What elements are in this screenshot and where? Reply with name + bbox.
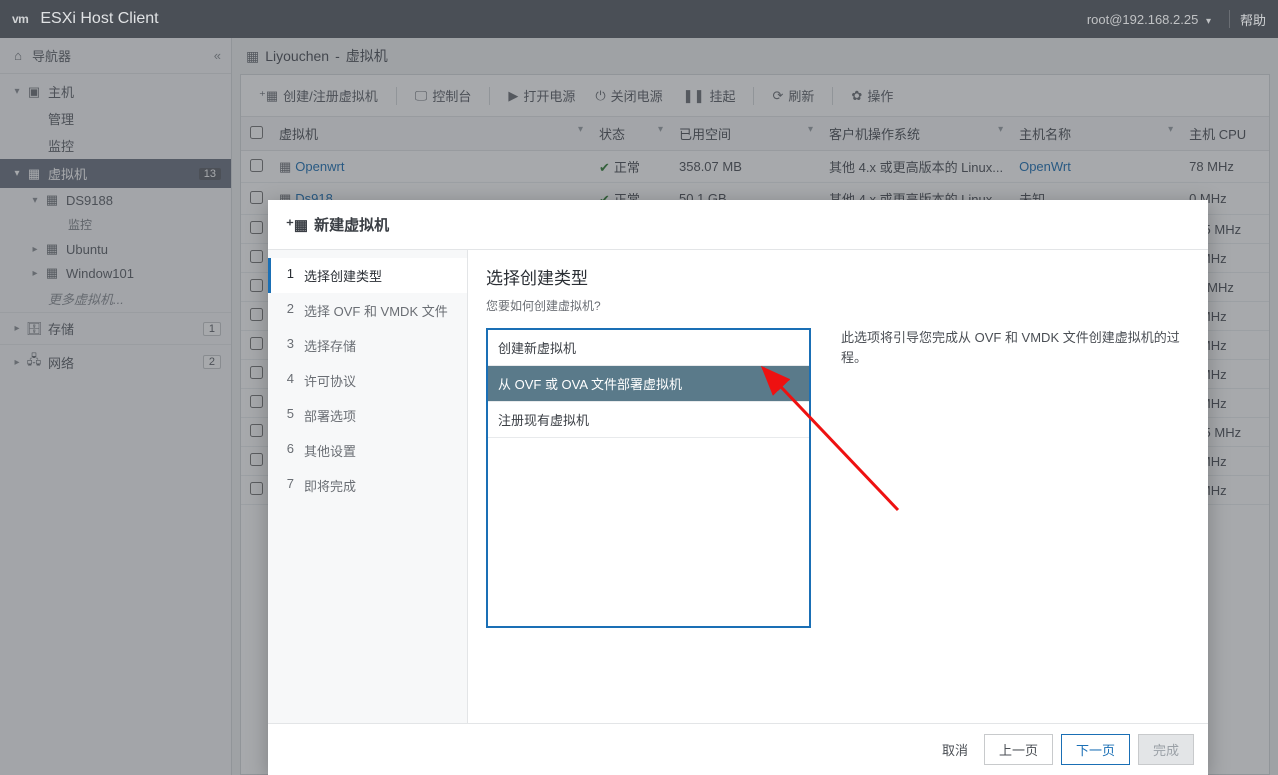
plus-vm-icon: ⁺▦ <box>286 216 308 234</box>
step-number: 2 <box>282 301 294 320</box>
step-number: 3 <box>282 336 294 355</box>
wizard-steps: 1 选择创建类型 2 选择 OVF 和 VMDK 文件 3 选择存储 4 许可协议 5 部署选项 6… <box>268 250 468 723</box>
step-number: 6 <box>282 441 294 460</box>
step-label: 许可协议 <box>304 371 356 390</box>
wizard-step-2[interactable]: 2 选择 OVF 和 VMDK 文件 <box>268 293 467 328</box>
step-label: 选择创建类型 <box>304 266 382 285</box>
modal-footer: 取消 上一页 下一页 完成 <box>268 723 1208 775</box>
step-number: 7 <box>282 476 294 495</box>
back-button[interactable]: 上一页 <box>984 734 1053 765</box>
wizard-step-3[interactable]: 3 选择存储 <box>268 328 467 363</box>
wizard-heading: 选择创建类型 <box>486 264 1190 289</box>
wizard-step-5[interactable]: 5 部署选项 <box>268 398 467 433</box>
creation-type-description: 此选项将引导您完成从 OVF 和 VMDK 文件创建虚拟机的过程。 <box>841 328 1190 709</box>
separator <box>1229 10 1230 28</box>
step-label: 选择 OVF 和 VMDK 文件 <box>304 301 448 320</box>
step-label: 其他设置 <box>304 441 356 460</box>
step-number: 1 <box>282 266 294 285</box>
product-name: ESXi Host Client <box>40 10 1086 28</box>
creation-option[interactable]: 注册现有虚拟机 <box>488 402 809 438</box>
user-label: root@192.168.2.25 <box>1087 12 1199 27</box>
chevron-down-icon: ▾ <box>1206 16 1211 27</box>
step-label: 部署选项 <box>304 406 356 425</box>
wizard-question: 您要如何创建虚拟机? <box>486 297 1190 314</box>
step-number: 4 <box>282 371 294 390</box>
next-button[interactable]: 下一页 <box>1061 734 1130 765</box>
wizard-content: 选择创建类型 您要如何创建虚拟机? 创建新虚拟机从 OVF 或 OVA 文件部署… <box>468 250 1208 723</box>
creation-option[interactable]: 创建新虚拟机 <box>488 330 809 366</box>
vmware-logo: vm <box>12 12 28 26</box>
step-label: 选择存储 <box>304 336 356 355</box>
finish-button[interactable]: 完成 <box>1138 734 1194 765</box>
cancel-button[interactable]: 取消 <box>942 740 968 759</box>
wizard-step-4[interactable]: 4 许可协议 <box>268 363 467 398</box>
creation-type-list: 创建新虚拟机从 OVF 或 OVA 文件部署虚拟机注册现有虚拟机 <box>486 328 811 628</box>
step-label: 即将完成 <box>304 476 356 495</box>
wizard-step-1[interactable]: 1 选择创建类型 <box>268 258 467 293</box>
help-link[interactable]: 帮助 <box>1240 10 1266 29</box>
topbar: vm ESXi Host Client root@192.168.2.25 ▾ … <box>0 0 1278 38</box>
modal-header: ⁺▦ 新建虚拟机 <box>268 200 1208 250</box>
creation-option[interactable]: 从 OVF 或 OVA 文件部署虚拟机 <box>488 366 809 402</box>
new-vm-wizard-modal: ⁺▦ 新建虚拟机 1 选择创建类型 2 选择 OVF 和 VMDK 文件 3 选择存储 4许… <box>268 200 1208 775</box>
wizard-step-7[interactable]: 7 即将完成 <box>268 468 467 503</box>
step-number: 5 <box>282 406 294 425</box>
wizard-step-6[interactable]: 6 其他设置 <box>268 433 467 468</box>
modal-title: 新建虚拟机 <box>314 214 389 235</box>
user-menu[interactable]: root@192.168.2.25 ▾ <box>1087 12 1211 27</box>
